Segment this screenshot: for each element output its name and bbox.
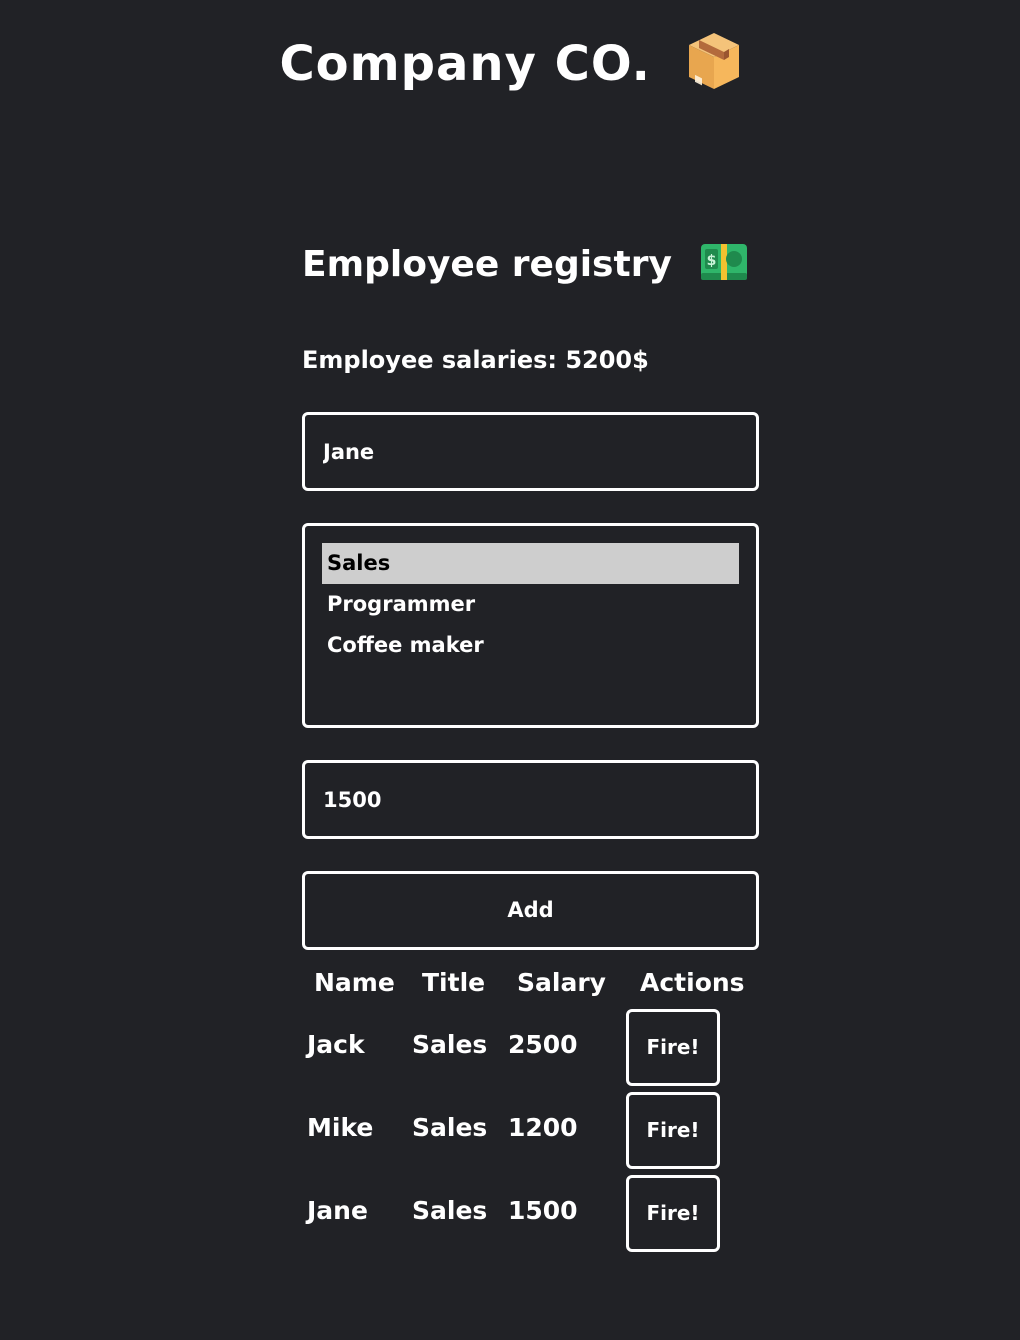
total-salaries: Employee salaries: 5200$: [302, 346, 649, 374]
column-header-title: Title: [422, 968, 486, 997]
employee-title: Sales: [412, 1113, 488, 1142]
title-select[interactable]: Sales Programmer Coffee maker: [302, 523, 759, 728]
employee-table: Name Title Salary Actions Jack Sales 250…: [302, 962, 759, 1255]
fire-button[interactable]: Fire!: [626, 1009, 720, 1086]
salary-input[interactable]: [302, 760, 759, 839]
title-option-sales[interactable]: Sales: [322, 543, 739, 584]
registry-title: Employee registry: [302, 244, 672, 285]
employee-name: Mike: [307, 1113, 374, 1142]
table-row: Jack Sales 2500 Fire!: [302, 1006, 759, 1089]
page: Company CO. Employee registry $ Employee…: [0, 0, 1020, 1340]
svg-text:$: $: [707, 253, 717, 269]
add-button[interactable]: Add: [302, 871, 759, 950]
table-header: Name Title Salary Actions: [302, 962, 759, 1006]
employee-name: Jane: [307, 1196, 368, 1225]
fire-button[interactable]: Fire!: [626, 1092, 720, 1169]
column-header-name: Name: [314, 968, 395, 997]
column-header-salary: Salary: [517, 968, 606, 997]
employee-salary: 2500: [508, 1030, 578, 1059]
section-title: Employee registry $: [302, 244, 748, 285]
name-input[interactable]: [302, 412, 759, 491]
employee-name: Jack: [307, 1030, 365, 1059]
brand-title: Company CO.: [279, 36, 651, 92]
column-header-actions: Actions: [640, 968, 745, 997]
employee-salary: 1200: [508, 1113, 578, 1142]
table-row: Jane Sales 1500 Fire!: [302, 1172, 759, 1255]
employee-title: Sales: [412, 1196, 488, 1225]
employee-salary: 1500: [508, 1196, 578, 1225]
fire-button[interactable]: Fire!: [626, 1175, 720, 1252]
title-option-coffee-maker[interactable]: Coffee maker: [322, 625, 739, 666]
title-option-programmer[interactable]: Programmer: [322, 584, 739, 625]
table-row: Mike Sales 1200 Fire!: [302, 1089, 759, 1172]
dollar-banknote-icon: $: [700, 243, 748, 281]
brand-header: Company CO.: [0, 33, 1020, 97]
employee-title: Sales: [412, 1030, 488, 1059]
package-box-icon: [687, 31, 741, 91]
